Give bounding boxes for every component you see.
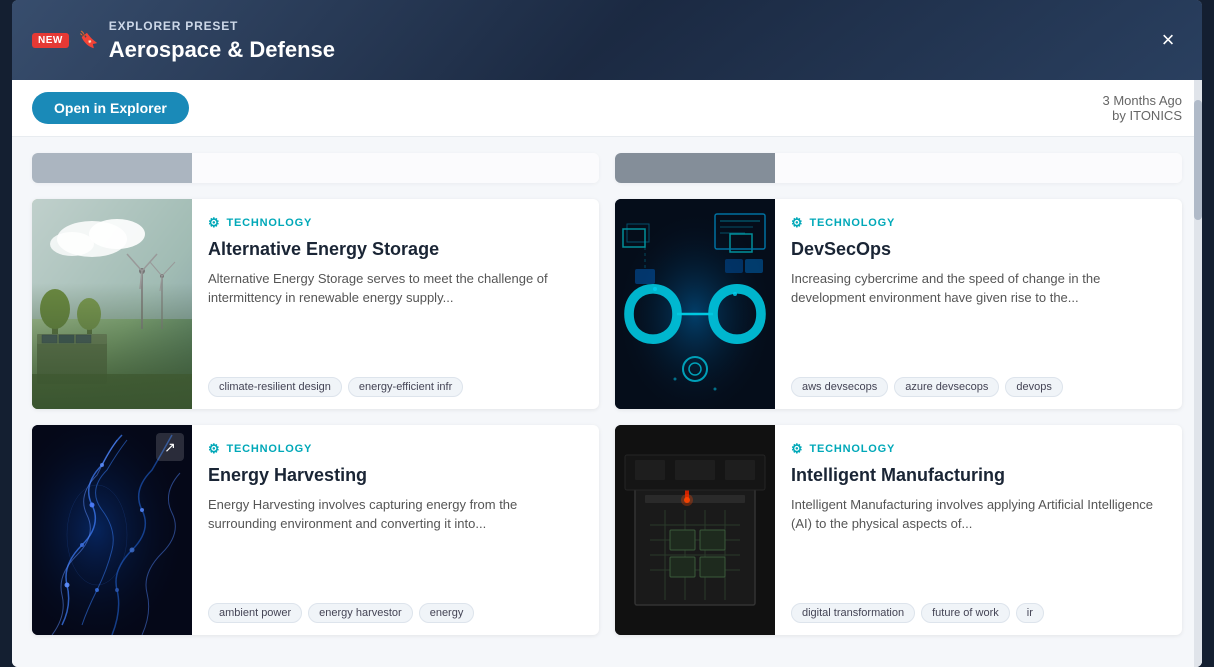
scrollbar-track[interactable] (1194, 80, 1202, 667)
card-energy-storage-title: Alternative Energy Storage (208, 239, 583, 261)
top-row (32, 137, 1182, 183)
meta-author: by ITONICS (1103, 108, 1183, 123)
close-button[interactable]: × (1152, 24, 1184, 56)
top-card-left-body (192, 153, 599, 183)
card-energy-storage-description: Alternative Energy Storage serves to mee… (208, 269, 583, 369)
card-energy-storage-category: ⚙ TECHNOLOGY (208, 215, 583, 231)
card-devsecops-tags: aws devsecops azure devsecops devops (791, 377, 1166, 397)
tag-ir[interactable]: ir (1016, 603, 1044, 623)
open-in-explorer-button[interactable]: Open in Explorer (32, 92, 189, 124)
card-manufacturing-image (615, 425, 775, 635)
modal-title: Aerospace & Defense (109, 37, 335, 63)
top-card-left-image (32, 153, 192, 183)
card-devsecops-category: ⚙ TECHNOLOGY (791, 215, 1166, 231)
card-devsecops[interactable]: ⚙ TECHNOLOGY DevSecOps Increasing cyberc… (615, 199, 1182, 409)
card-energy-harvesting[interactable]: ↗ ⚙ TECHNOLOGY Energy Harvesting Energy … (32, 425, 599, 635)
top-card-right-image (615, 153, 775, 183)
tag-ambient[interactable]: ambient power (208, 603, 302, 623)
scrollbar-thumb[interactable] (1194, 100, 1202, 220)
top-card-right (615, 153, 1182, 183)
meta-info: 3 Months Ago by ITONICS (1103, 93, 1183, 123)
technology-icon: ⚙ (208, 215, 220, 231)
content-area[interactable]: ⚙ TECHNOLOGY Alternative Energy Storage … (12, 137, 1202, 667)
meta-time: 3 Months Ago (1103, 93, 1183, 108)
card-manufacturing-category: ⚙ TECHNOLOGY (791, 441, 1166, 457)
card-manufacturing-title: Intelligent Manufacturing (791, 465, 1166, 487)
tag-future-of-work[interactable]: future of work (921, 603, 1010, 623)
card-devsecops-image (615, 199, 775, 409)
modal-header: NEW 🔖 EXPLORER PRESET Aerospace & Defens… (12, 0, 1202, 80)
card-energy-harvesting-body: ⚙ TECHNOLOGY Energy Harvesting Energy Ha… (192, 425, 599, 635)
tag-energy-efficient[interactable]: energy-efficient infr (348, 377, 463, 397)
card-energy-storage[interactable]: ⚙ TECHNOLOGY Alternative Energy Storage … (32, 199, 599, 409)
toolbar: Open in Explorer 3 Months Ago by ITONICS (12, 80, 1202, 137)
top-card-left (32, 153, 599, 183)
tag-digital-transformation[interactable]: digital transformation (791, 603, 915, 623)
technology-icon-3: ⚙ (208, 441, 220, 457)
card-energy-harvesting-title: Energy Harvesting (208, 465, 583, 487)
tag-harvestor[interactable]: energy harvestor (308, 603, 413, 623)
preset-label: EXPLORER PRESET (109, 19, 238, 33)
header-text: EXPLORER PRESET Aerospace & Defense (109, 17, 335, 63)
cards-grid: ⚙ TECHNOLOGY Alternative Energy Storage … (32, 183, 1182, 635)
card-energy-storage-image (32, 199, 192, 409)
modal-overlay: NEW 🔖 EXPLORER PRESET Aerospace & Defens… (0, 0, 1214, 667)
card-energy-harvesting-tags: ambient power energy harvestor energy (208, 603, 583, 623)
card-intelligent-manufacturing[interactable]: ⚙ TECHNOLOGY Intelligent Manufacturing I… (615, 425, 1182, 635)
tag-azure[interactable]: azure devsecops (894, 377, 999, 397)
tag-climate-resilient[interactable]: climate-resilient design (208, 377, 342, 397)
card-energy-harvesting-category: ⚙ TECHNOLOGY (208, 441, 583, 457)
card-devsecops-title: DevSecOps (791, 239, 1166, 261)
card-energy-storage-body: ⚙ TECHNOLOGY Alternative Energy Storage … (192, 199, 599, 409)
new-badge: NEW (32, 33, 69, 48)
top-card-right-body (775, 153, 1182, 183)
card-manufacturing-body: ⚙ TECHNOLOGY Intelligent Manufacturing I… (775, 425, 1182, 635)
tag-aws[interactable]: aws devsecops (791, 377, 888, 397)
tag-devops[interactable]: devops (1005, 377, 1062, 397)
card-devsecops-description: Increasing cybercrime and the speed of c… (791, 269, 1166, 369)
technology-icon-4: ⚙ (791, 441, 803, 457)
tag-energy[interactable]: energy (419, 603, 475, 623)
technology-icon-2: ⚙ (791, 215, 803, 231)
card-energy-storage-tags: climate-resilient design energy-efficien… (208, 377, 583, 397)
card-energy-harvesting-image: ↗ (32, 425, 192, 635)
header-content: NEW 🔖 EXPLORER PRESET Aerospace & Defens… (32, 17, 335, 63)
card-devsecops-body: ⚙ TECHNOLOGY DevSecOps Increasing cyberc… (775, 199, 1182, 409)
card-manufacturing-tags: digital transformation future of work ir (791, 603, 1166, 623)
bookmark-icon: 🔖 (79, 30, 99, 50)
expand-button[interactable]: ↗ (156, 433, 184, 461)
card-manufacturing-description: Intelligent Manufacturing involves apply… (791, 495, 1166, 595)
card-energy-harvesting-description: Energy Harvesting involves capturing ene… (208, 495, 583, 595)
modal: NEW 🔖 EXPLORER PRESET Aerospace & Defens… (12, 0, 1202, 667)
